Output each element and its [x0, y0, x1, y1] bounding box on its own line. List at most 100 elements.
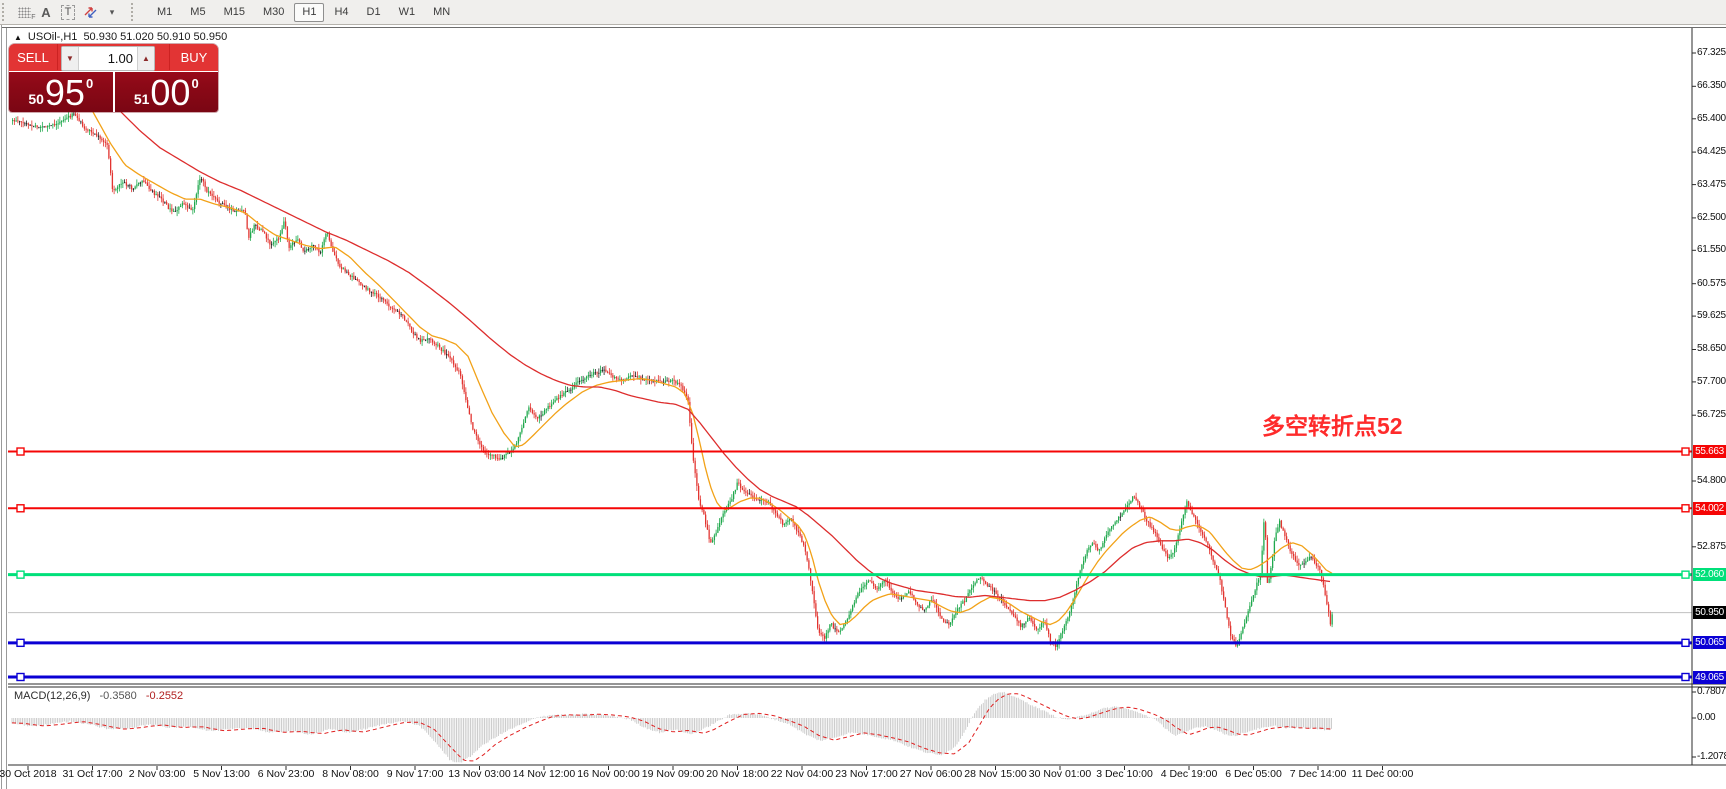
cycle-arrows-icon[interactable]	[80, 2, 100, 22]
sell-price-display[interactable]: 50 95 0	[9, 72, 115, 112]
price-line-label-54.002: 54.002	[1693, 502, 1726, 515]
sell-button[interactable]: SELL	[9, 44, 58, 70]
line-handle	[17, 448, 24, 455]
price-line-label-55.663: 55.663	[1693, 445, 1726, 458]
timeframe-button-M30[interactable]: M30	[255, 3, 292, 22]
chart-title: ▲ USOil-,H1 50.930 51.020 50.910 50.950	[14, 31, 227, 43]
time-axis-label: 4 Dec 19:00	[1161, 768, 1218, 780]
time-axis-label: 7 Dec 14:00	[1290, 768, 1347, 780]
timeframe-button-M5[interactable]: M5	[182, 3, 213, 22]
price-axis-tick-label: 60.575	[1697, 278, 1726, 290]
price-axis-tick-label: 62.500	[1697, 212, 1726, 224]
time-axis-label: 8 Nov 08:00	[322, 768, 379, 780]
macd-axis-label: -1.2078	[1697, 751, 1726, 763]
line-handle	[1682, 571, 1689, 578]
time-axis-label: 19 Nov 09:00	[642, 768, 704, 780]
volume-decrease-button[interactable]: ▼	[62, 47, 79, 70]
price-axis-tick-label: 54.800	[1697, 475, 1726, 487]
toolbar-drag-handle[interactable]	[2, 3, 10, 21]
price-axis-tick-label: 63.475	[1697, 179, 1726, 191]
chart-annotation-text[interactable]: 多空转折点52	[1262, 407, 1403, 441]
buy-price-display[interactable]: 51 00 0	[115, 72, 219, 112]
price-axis-tick-label: 57.700	[1697, 376, 1726, 388]
timeframe-button-MN[interactable]: MN	[425, 3, 458, 22]
volume-input[interactable]	[79, 47, 137, 70]
volume-increase-button[interactable]: ▲	[137, 47, 154, 70]
line-handle	[17, 674, 24, 681]
candlestick-series	[12, 109, 1333, 650]
symbol-period-label: USOil-,H1	[28, 31, 78, 43]
timeframe-button-D1[interactable]: D1	[359, 3, 389, 22]
time-axis-label: 20 Nov 18:00	[706, 768, 768, 780]
time-axis-label: 5 Nov 13:00	[193, 768, 250, 780]
timeframe-button-W1[interactable]: W1	[391, 3, 424, 22]
line-handle	[1682, 639, 1689, 646]
price-line-label-50.950: 50.950	[1693, 606, 1726, 619]
time-axis-label: 13 Nov 03:00	[448, 768, 510, 780]
line-handle	[1682, 505, 1689, 512]
buy-price-sup: 0	[191, 76, 198, 91]
text-label-icon[interactable]: T	[58, 2, 78, 22]
price-chart	[0, 0, 1726, 789]
trade-panel-prices: 50 95 0 51 00 0	[9, 72, 218, 112]
buy-button[interactable]: BUY	[169, 44, 218, 70]
time-axis-label: 6 Nov 23:00	[258, 768, 315, 780]
time-axis-label: 3 Dec 10:00	[1096, 768, 1153, 780]
timeframe-button-H1[interactable]: H1	[294, 3, 324, 22]
time-axis-label: 31 Oct 17:00	[62, 768, 122, 780]
dots-grid-icon[interactable]: F	[14, 2, 34, 22]
price-axis-tick-label: 52.875	[1697, 541, 1726, 553]
price-axis-tick-label: 59.625	[1697, 310, 1726, 322]
time-axis-label: 30 Nov 01:00	[1029, 768, 1091, 780]
timeframe-group-handle[interactable]	[131, 3, 139, 21]
one-click-toggle-icon[interactable]: ▲	[14, 33, 22, 42]
macd-indicator-label: MACD(12,26,9) -0.3580 -0.2552	[14, 690, 183, 702]
price-axis-tick-label: 64.425	[1697, 146, 1726, 158]
time-axis-label: 9 Nov 17:00	[387, 768, 444, 780]
line-handle	[17, 571, 24, 578]
time-axis-label: 16 Nov 00:00	[577, 768, 639, 780]
dropdown-caret-icon[interactable]: ▾	[102, 2, 122, 22]
ohlc-quote-label: 50.930 51.020 50.910 50.950	[83, 31, 227, 43]
time-axis-label: 30 Oct 2018	[0, 768, 57, 780]
font-icon[interactable]: A	[36, 2, 56, 22]
time-axis-label: 14 Nov 12:00	[513, 768, 575, 780]
timeframe-button-M15[interactable]: M15	[216, 3, 253, 22]
sell-price-sup: 0	[86, 76, 93, 91]
price-line-label-52.060: 52.060	[1693, 568, 1726, 581]
time-axis-label: 28 Nov 15:00	[964, 768, 1026, 780]
ma-slow-line	[121, 112, 1330, 601]
time-axis-label: 2 Nov 03:00	[129, 768, 186, 780]
timeframe-button-M1[interactable]: M1	[149, 3, 180, 22]
time-axis-label: 23 Nov 17:00	[835, 768, 897, 780]
buy-price-big: 00	[150, 75, 190, 111]
one-click-trading-panel: SELL ▼ ▲ BUY 50 95 0 51 00 0	[9, 44, 218, 112]
line-handle	[1682, 674, 1689, 681]
price-axis-tick-label: 67.325	[1697, 47, 1726, 59]
sell-price-small: 50	[28, 91, 44, 107]
macd-axis-label: 0.7807	[1697, 686, 1726, 698]
trade-panel-top-row: SELL ▼ ▲ BUY	[9, 44, 218, 72]
macd-main-value: -0.3580	[99, 690, 136, 702]
price-line-label-50.065: 50.065	[1693, 636, 1726, 649]
price-axis-tick-label: 58.650	[1697, 343, 1726, 355]
macd-signal-value: -0.2552	[146, 690, 183, 702]
price-axis-tick-label: 65.400	[1697, 113, 1726, 125]
timeframe-button-H4[interactable]: H4	[326, 3, 356, 22]
macd-name: MACD(12,26,9)	[14, 690, 90, 702]
volume-spinner: ▼ ▲	[61, 46, 155, 71]
price-line-label-49.065: 49.065	[1693, 671, 1726, 684]
macd-histogram	[12, 692, 1332, 763]
line-handle	[1682, 448, 1689, 455]
ma-fast-line	[93, 112, 1332, 625]
line-handle	[17, 639, 24, 646]
sell-price-big: 95	[45, 75, 85, 111]
time-axis-label: 27 Nov 06:00	[900, 768, 962, 780]
time-axis-label: 22 Nov 04:00	[771, 768, 833, 780]
macd-axis-label: 0.00	[1697, 712, 1726, 724]
price-axis-tick-label: 66.350	[1697, 80, 1726, 92]
price-axis-tick-label: 61.550	[1697, 244, 1726, 256]
buy-price-small: 51	[134, 91, 150, 107]
top-toolbar: F A T ▾ M1M5M15M30H1H4D1W1MN	[0, 0, 1726, 25]
timeframe-group: M1M5M15M30H1H4D1W1MN	[148, 3, 459, 22]
